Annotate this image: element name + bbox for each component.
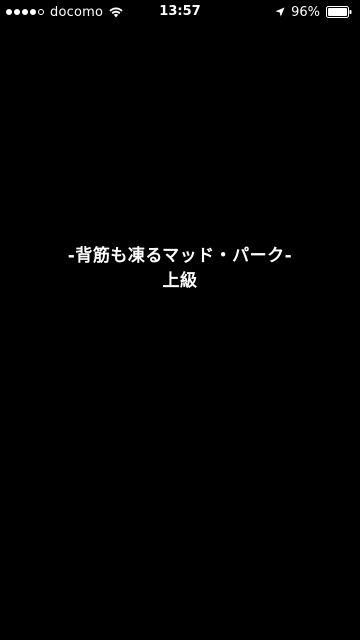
status-left: docomo [6, 5, 123, 20]
status-right: 96% [275, 5, 352, 20]
clock-time: 13:57 [159, 4, 201, 19]
signal-dot [6, 9, 12, 15]
signal-strength-icon [6, 9, 44, 15]
stage-title: -背筋も凍るマッド・パーク- [67, 246, 293, 266]
signal-dot [22, 9, 28, 15]
signal-dot-empty [38, 9, 44, 15]
difficulty-label: 上級 [162, 271, 198, 291]
wifi-icon [109, 6, 123, 17]
location-arrow-icon [275, 7, 285, 17]
signal-dot [30, 9, 36, 15]
battery-percentage: 96% [291, 4, 320, 20]
carrier-name: docomo [50, 4, 104, 20]
status-bar: docomo 13:57 96% [0, 0, 360, 24]
battery-icon [326, 6, 352, 18]
signal-dot [14, 9, 20, 15]
level-title-block: -背筋も凍るマッド・パーク- 上級 [0, 244, 360, 294]
